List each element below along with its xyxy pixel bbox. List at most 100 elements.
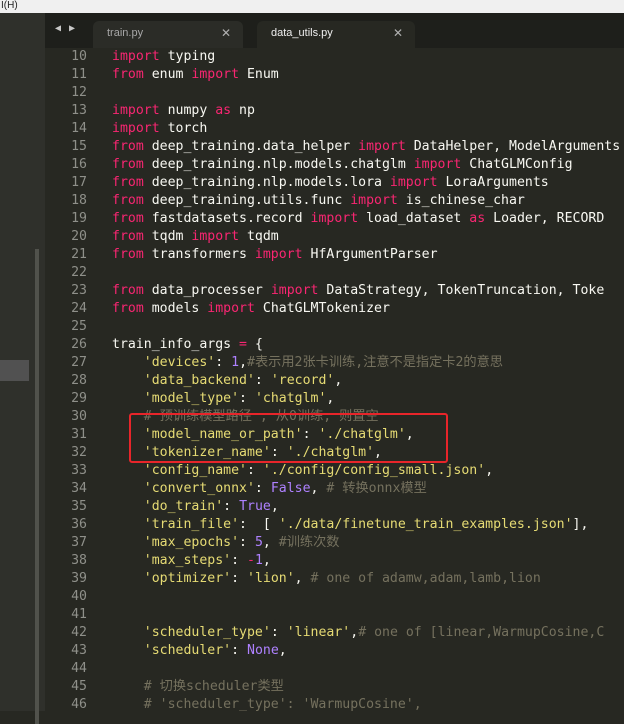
code-text: 'scheduler': None, (112, 642, 287, 660)
close-icon[interactable]: ✕ (221, 21, 231, 46)
code-token: from (112, 157, 144, 172)
line-number: 22 (71, 265, 87, 280)
code-token: #训练次数 (278, 535, 340, 550)
code-token: 'model_type' (143, 391, 240, 406)
line-number: 11 (71, 67, 87, 82)
menu-bar: I(H) (0, 0, 624, 13)
sidebar-scrollbar[interactable] (35, 249, 39, 724)
code-text: from enum import Enum (112, 66, 279, 84)
tab-forward-icon[interactable]: ▶ (69, 23, 75, 34)
code-text: from deep_training.nlp.models.lora impor… (112, 174, 549, 192)
code-token: 'record' (270, 373, 335, 388)
code-token: 'max_epochs' (143, 535, 240, 550)
tab-bar: ◀ ▶ train.py ✕ data_utils.py ✕ (45, 13, 624, 48)
line-number: 31 (71, 427, 87, 442)
code-text: from data_processer import DataStrategy,… (112, 282, 604, 300)
code-token: from (112, 283, 144, 298)
line-number: 15 (71, 139, 87, 154)
code-token: Enum (239, 67, 279, 82)
code-token: tqdm (143, 229, 192, 244)
line-number: 19 (71, 211, 87, 226)
code-token: , (262, 535, 279, 550)
code-token: : (239, 391, 255, 406)
line-number: 16 (71, 157, 87, 172)
code-token: : (254, 481, 271, 496)
code-token: Loader, RECORD (485, 211, 605, 226)
code-token: # one of [linear,WarmupCosine,C (358, 625, 605, 640)
code-text: from fastdatasets.record import load_dat… (112, 210, 604, 228)
code-token: import (191, 229, 240, 244)
code-token: = (239, 337, 247, 352)
close-icon[interactable]: ✕ (393, 21, 403, 46)
code-text: 'config_name': './config/config_small.js… (112, 462, 493, 480)
code-text: import torch (112, 120, 207, 138)
line-number: 28 (71, 373, 87, 388)
code-token: 'do_train' (143, 499, 224, 514)
code-text: # 'scheduler_type': 'WarmupCosine', (112, 696, 422, 711)
code-token: from (112, 193, 144, 208)
line-number: 33 (71, 463, 87, 478)
code-token: #表示用2张卡训练,注意不是指定卡2的意思 (247, 355, 503, 370)
code-token: from (112, 301, 144, 316)
code-token: import (270, 283, 319, 298)
line-number: 18 (71, 193, 87, 208)
code-token: import (350, 193, 398, 208)
tab-back-icon[interactable]: ◀ (55, 23, 61, 34)
code-token: # 转换onnx模型 (326, 481, 427, 496)
code-text: from transformers import HfArgumentParse… (112, 246, 438, 264)
code-token: : (231, 553, 247, 568)
code-token: torch (159, 121, 208, 136)
code-token: 'max_steps' (143, 553, 232, 568)
line-number: 38 (71, 553, 87, 568)
code-token: True (239, 499, 271, 514)
code-token: : (270, 625, 287, 640)
code-text: 'scheduler_type': 'linear',# one of [lin… (112, 624, 605, 642)
code-token: from (112, 175, 144, 190)
tab-train-py[interactable]: train.py ✕ (93, 21, 243, 48)
code-token: ], (572, 517, 589, 532)
code-token: # 切换scheduler类型 (143, 679, 284, 694)
code-text: 'convert_onnx': False, # 转换onnx模型 (112, 480, 427, 498)
code-token: numpy (159, 103, 216, 118)
code-token: deep_training.data_helper (143, 139, 359, 154)
code-token: : (254, 373, 271, 388)
code-token: 'data_backend' (143, 373, 255, 388)
line-number: 23 (71, 283, 87, 298)
line-number: 10 (71, 49, 87, 64)
code-token: fastdatasets.record (143, 211, 311, 226)
code-text: train_info_args = { (112, 336, 263, 354)
line-number: 46 (71, 697, 87, 711)
code-text: 'devices': 1,#表示用2张卡训练,注意不是指定卡2的意思 (112, 354, 503, 372)
code-token: # one of adamw,adam,lamb,lion (310, 571, 541, 586)
menu-item-help[interactable]: I(H) (0, 0, 18, 11)
code-editor[interactable]: 10 import typing 11 from enum import Enum 12… (45, 48, 624, 711)
code-token: load_dataset (358, 211, 470, 226)
code-token: 'convert_onnx' (143, 481, 255, 496)
code-token: 'chatglm' (254, 391, 327, 406)
line-number: 39 (71, 571, 87, 586)
code-token: { (247, 337, 263, 352)
code-token: from (112, 139, 144, 154)
code-token: typing (159, 49, 216, 64)
code-token: from (112, 211, 144, 226)
code-token: False (270, 481, 311, 496)
code-token: , (278, 643, 287, 658)
line-number: 44 (71, 661, 87, 676)
code-token: 'devices' (143, 355, 216, 370)
line-number: 14 (71, 121, 87, 136)
code-token: , (262, 553, 271, 568)
code-token: 'train_file' (143, 517, 240, 532)
code-token: enum (143, 67, 192, 82)
code-token: deep_training.utils.func (143, 193, 351, 208)
line-number: 40 (71, 589, 87, 604)
code-text: 'optimizer': 'lion', # one of adamw,adam… (112, 570, 541, 588)
tab-data-utils-py[interactable]: data_utils.py ✕ (257, 21, 415, 48)
line-number: 21 (71, 247, 87, 262)
sidebar-selected-item[interactable] (0, 360, 29, 381)
code-text: 'data_backend': 'record', (112, 372, 343, 390)
